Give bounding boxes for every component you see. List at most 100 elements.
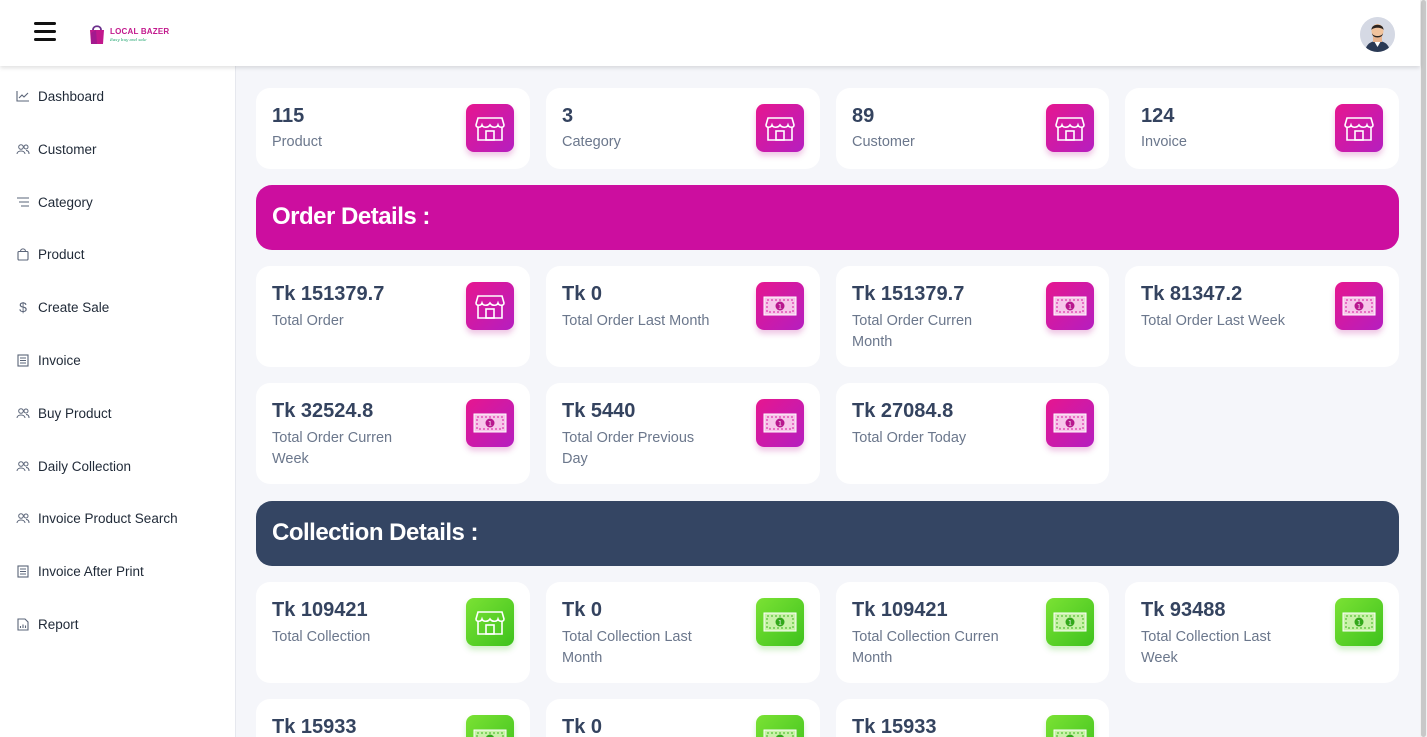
sidebar-item-label: Buy Product xyxy=(38,405,112,421)
card-value: Tk 151379.7 xyxy=(272,283,385,305)
list-icon xyxy=(16,195,30,209)
document-icon xyxy=(16,564,30,578)
dollar-icon: $ xyxy=(19,299,27,315)
svg-text:1: 1 xyxy=(1068,304,1072,311)
money-icon xyxy=(466,715,514,737)
collection-card-current-week[interactable]: Tk 15933 xyxy=(256,699,530,737)
collection-card-total[interactable]: Tk 109421 Total Collection xyxy=(256,582,530,683)
sidebar-item-invoice[interactable]: Invoice xyxy=(16,349,81,371)
top-header: LOCAL BAZER Easy buy and sale xyxy=(0,0,1420,66)
store-icon xyxy=(756,104,804,152)
money-icon: 1 xyxy=(756,399,804,447)
sidebar-item-label: Create Sale xyxy=(38,299,110,315)
money-icon: 1 xyxy=(756,282,804,330)
sidebar-item-create-sale[interactable]: $ Create Sale xyxy=(16,296,109,318)
order-card-current-month[interactable]: Tk 151379.7 Total Order Curren Month 1 xyxy=(836,266,1109,367)
card-label: Total Order Previous Day xyxy=(562,430,695,467)
card-label: Customer xyxy=(852,134,915,150)
order-details-banner: Order Details : xyxy=(256,185,1399,250)
store-icon xyxy=(1335,104,1383,152)
brand-logo[interactable]: LOCAL BAZER Easy buy and sale xyxy=(87,22,169,48)
collection-card-last-week[interactable]: Tk 93488 Total Collection Last Week 1 xyxy=(1125,582,1399,683)
collection-card-last-month[interactable]: Tk 0 Total Collection Last Month 1 xyxy=(546,582,820,683)
money-icon xyxy=(1046,715,1094,737)
svg-text:1: 1 xyxy=(778,421,782,428)
card-value: Tk 15933 xyxy=(272,716,357,737)
money-icon: 1 xyxy=(1046,282,1094,330)
collection-card-previous-day[interactable]: Tk 0 xyxy=(546,699,820,737)
svg-text:1: 1 xyxy=(1357,620,1361,627)
card-label: Total Order Last Week xyxy=(1141,313,1285,329)
users-icon xyxy=(16,142,30,156)
card-label: Product xyxy=(272,134,322,150)
page-scrollbar[interactable] xyxy=(1420,0,1427,737)
sidebar-item-label: Invoice xyxy=(38,352,81,368)
card-label: Total Collection Last Month xyxy=(562,629,692,666)
card-label: Invoice xyxy=(1141,134,1187,150)
section-title: Order Details : xyxy=(272,203,430,230)
card-value: Tk 109421 xyxy=(852,599,948,621)
sidebar-item-daily-collection[interactable]: Daily Collection xyxy=(16,455,131,477)
order-card-current-week[interactable]: Tk 32524.8 Total Order Curren Week 1 xyxy=(256,383,530,484)
card-value: Tk 151379.7 xyxy=(852,283,965,305)
svg-text:1: 1 xyxy=(778,304,782,311)
sidebar: Dashboard Customer Category Product $ Cr… xyxy=(0,66,236,737)
money-icon: 1 xyxy=(1335,282,1383,330)
card-label: Total Order Curren Month xyxy=(852,313,973,350)
users-icon xyxy=(16,406,30,420)
svg-text:1: 1 xyxy=(488,421,492,428)
card-value: Tk 0 xyxy=(562,283,603,305)
sidebar-item-label: Customer xyxy=(38,141,97,157)
sidebar-item-customer[interactable]: Customer xyxy=(16,138,97,160)
card-label: Total Order Today xyxy=(852,430,967,446)
user-avatar-icon xyxy=(1360,17,1395,52)
card-value: 124 xyxy=(1141,105,1175,127)
order-card-last-month[interactable]: Tk 0 Total Order Last Month 1 xyxy=(546,266,820,367)
order-card-last-week[interactable]: Tk 81347.2 Total Order Last Week 1 xyxy=(1125,266,1399,367)
money-icon: 1 xyxy=(466,399,514,447)
money-icon: 1 xyxy=(1046,598,1094,646)
collection-card-current-month[interactable]: Tk 109421 Total Collection Curren Month … xyxy=(836,582,1109,683)
card-label: Total Order Curren Week xyxy=(272,430,393,467)
sidebar-item-product[interactable]: Product xyxy=(16,243,85,265)
users-icon xyxy=(16,459,30,473)
card-value: Tk 15933 xyxy=(852,716,937,737)
card-value: 3 xyxy=(562,105,574,127)
order-card-total[interactable]: Tk 151379.7 Total Order xyxy=(256,266,530,367)
store-icon xyxy=(466,282,514,330)
sidebar-item-category[interactable]: Category xyxy=(16,191,93,213)
user-avatar[interactable] xyxy=(1360,17,1395,52)
summary-card-invoice[interactable]: 124 Invoice xyxy=(1125,88,1399,169)
summary-card-category[interactable]: 3 Category xyxy=(546,88,820,169)
sidebar-item-label: Category xyxy=(38,194,93,210)
sidebar-item-label: Invoice After Print xyxy=(38,563,144,579)
collection-card-today[interactable]: Tk 15933 xyxy=(836,699,1109,737)
money-icon xyxy=(756,715,804,737)
order-card-previous-day[interactable]: Tk 5440 Total Order Previous Day 1 xyxy=(546,383,820,484)
section-title: Collection Details : xyxy=(272,519,479,546)
card-value: Tk 93488 xyxy=(1141,599,1226,621)
summary-card-product[interactable]: 115 Product xyxy=(256,88,530,169)
card-value: Tk 32524.8 xyxy=(272,400,374,422)
sidebar-item-dashboard[interactable]: Dashboard xyxy=(16,85,104,107)
sidebar-item-report[interactable]: Report xyxy=(16,613,79,635)
svg-text:1: 1 xyxy=(1068,421,1072,428)
summary-card-customer[interactable]: 89 Customer xyxy=(836,88,1109,169)
scrollbar-thumb[interactable] xyxy=(1421,0,1426,737)
sidebar-item-invoice-after-print[interactable]: Invoice After Print xyxy=(16,560,144,582)
card-value: Tk 109421 xyxy=(272,599,368,621)
card-value: Tk 0 xyxy=(562,716,603,737)
sidebar-item-buy-product[interactable]: Buy Product xyxy=(16,402,112,424)
menu-toggle-icon[interactable] xyxy=(34,22,56,42)
order-card-today[interactable]: Tk 27084.8 Total Order Today 1 xyxy=(836,383,1109,484)
card-value: Tk 0 xyxy=(562,599,603,621)
sidebar-item-label: Product xyxy=(38,246,85,262)
shopping-bag-icon xyxy=(16,247,30,261)
card-label: Total Order xyxy=(272,313,344,329)
logo-title: LOCAL BAZER xyxy=(110,27,170,36)
store-icon xyxy=(466,598,514,646)
card-label: Total Collection Curren Month xyxy=(852,629,999,666)
sidebar-item-invoice-product-search[interactable]: Invoice Product Search xyxy=(16,507,178,529)
card-value: Tk 27084.8 xyxy=(852,400,954,422)
money-icon: 1 xyxy=(756,598,804,646)
